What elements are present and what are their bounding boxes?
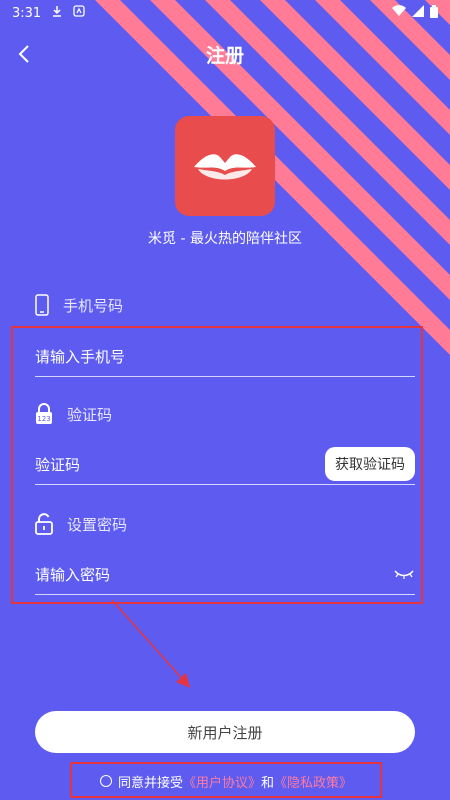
phone-label-row: 手机号码 xyxy=(35,294,123,316)
app-slogan: 米觅 - 最火热的陪伴社区 xyxy=(148,231,302,247)
app-notification-icon xyxy=(73,5,85,21)
header: 注册 xyxy=(0,34,450,74)
lips-icon xyxy=(194,154,256,180)
download-icon xyxy=(51,5,63,21)
agreement-highlight-box xyxy=(70,762,382,798)
app-logo xyxy=(175,116,275,216)
form-highlight-box xyxy=(11,326,423,604)
wifi-icon xyxy=(392,5,406,21)
phone-icon xyxy=(35,294,49,316)
signal-icon xyxy=(412,5,424,21)
battery-icon xyxy=(430,4,438,22)
page-title: 注册 xyxy=(205,44,244,67)
status-bar: 3:31 xyxy=(0,0,450,26)
phone-label: 手机号码 xyxy=(63,296,124,315)
status-time: 3:31 xyxy=(12,5,42,21)
register-button[interactable]: 新用户注册 xyxy=(35,711,415,753)
back-button[interactable] xyxy=(10,40,38,68)
chevron-left-icon xyxy=(18,45,29,63)
